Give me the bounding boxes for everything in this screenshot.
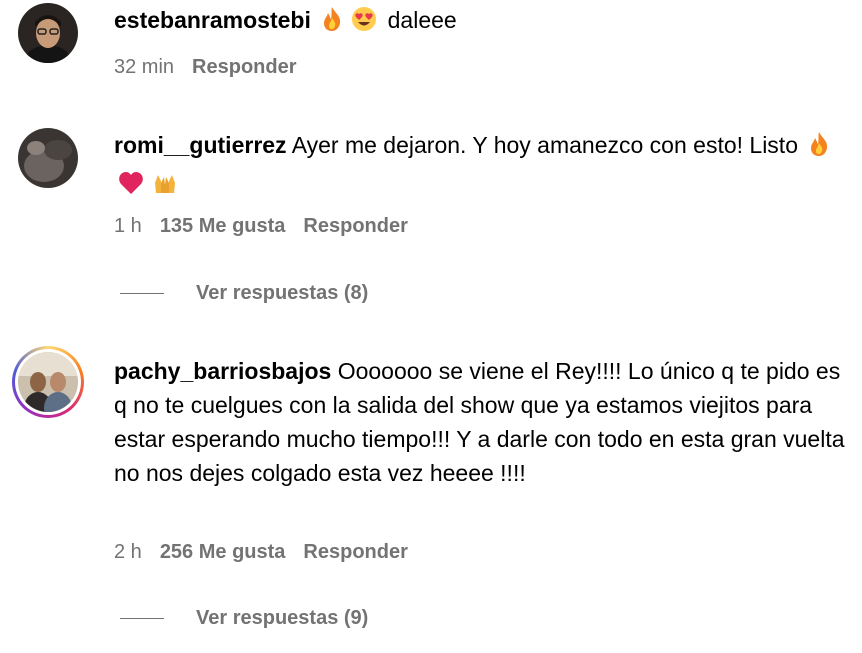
red-heart-emoji xyxy=(118,170,144,204)
comment-username[interactable]: estebanramostebi xyxy=(114,7,311,33)
comment-meta: 2 h 256 Me gusta Responder xyxy=(114,539,426,565)
replies-divider xyxy=(120,618,164,620)
comment-text: daleee xyxy=(387,7,457,33)
comment-time: 1 h xyxy=(114,215,142,237)
avatar[interactable] xyxy=(18,3,78,63)
view-replies-label: Ver respuestas (9) xyxy=(196,607,369,629)
reply-button[interactable]: Responder xyxy=(192,56,296,78)
comment-body: romi__gutierrez Ayer me dejaron. Y hoy a… xyxy=(114,128,856,204)
likes-count[interactable]: 135 Me gusta xyxy=(160,215,286,237)
comment-body: estebanramostebi daleee xyxy=(114,3,856,41)
fire-emoji xyxy=(808,131,830,166)
comment-time: 32 min xyxy=(114,56,175,78)
view-replies-button[interactable]: Ver respuestas (9) xyxy=(120,605,368,631)
raising-hands-emoji xyxy=(152,170,178,204)
likes-count[interactable]: 256 Me gusta xyxy=(160,541,286,563)
comment-body: pachy_barriosbajos Ooooooo se viene el R… xyxy=(114,354,856,490)
comment-username[interactable]: romi__gutierrez xyxy=(114,132,287,158)
comment-meta: 1 h 135 Me gusta Responder xyxy=(114,213,426,239)
avatar xyxy=(18,352,78,412)
comment-meta: 32 min Responder xyxy=(114,54,315,80)
comment-time: 2 h xyxy=(114,541,142,563)
reply-button[interactable]: Responder xyxy=(303,541,407,563)
comment-username[interactable]: pachy_barriosbajos xyxy=(114,358,331,384)
reply-button[interactable]: Responder xyxy=(303,215,407,237)
view-replies-label: Ver respuestas (8) xyxy=(196,282,369,304)
avatar[interactable] xyxy=(18,128,78,188)
comment-text: Ayer me dejaron. Y hoy amanezco con esto… xyxy=(291,132,798,158)
view-replies-button[interactable]: Ver respuestas (8) xyxy=(120,280,368,306)
fire-emoji xyxy=(321,6,343,41)
replies-divider xyxy=(120,293,164,295)
avatar-story-ring[interactable] xyxy=(12,346,84,418)
heart-eyes-emoji xyxy=(351,6,377,41)
